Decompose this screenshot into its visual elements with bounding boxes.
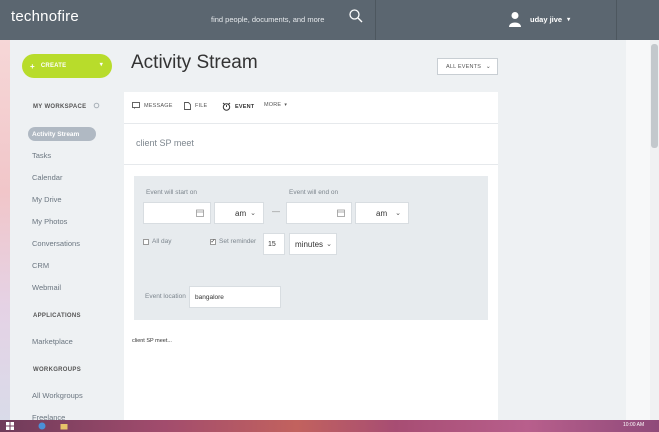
tab-more[interactable]: MORE ▾ (264, 102, 287, 108)
tab-event[interactable]: EVENT (222, 102, 254, 111)
event-filter-dropdown[interactable]: ALL EVENTS ⌄ (437, 58, 498, 75)
page-title: Activity Stream (131, 52, 258, 73)
tab-message[interactable]: MESSAGE (132, 102, 173, 109)
event-title-input[interactable]: client SP meet (136, 138, 194, 148)
end-ampm-value: am (376, 208, 388, 218)
file-icon (184, 102, 191, 110)
tab-file[interactable]: FILE (184, 102, 207, 110)
sidebar-item-my-photos[interactable]: My Photos (32, 217, 67, 226)
reminder-value-input[interactable]: 15 (263, 233, 285, 255)
user-name: uday jive (530, 14, 563, 24)
sidebar-item-conversations[interactable]: Conversations (32, 239, 80, 248)
start-date-input[interactable] (143, 202, 211, 224)
divider (616, 0, 617, 40)
start-date-label: Event will start on (146, 189, 197, 196)
calendar-icon[interactable] (337, 209, 345, 217)
start-ampm-value: am (235, 208, 247, 218)
taskbar-clock: 10:00 AM (623, 422, 645, 428)
top-bar: technofire find people, documents, and m… (0, 0, 659, 40)
folder-icon[interactable] (60, 422, 68, 430)
chevron-down-icon: ⌄ (485, 64, 491, 70)
tab-label: MESSAGE (144, 102, 173, 109)
sidebar-heading-workspace: MY WORKSPACE (33, 102, 100, 110)
create-label: CREATE (40, 63, 67, 69)
app-logo[interactable]: technofire (11, 8, 79, 25)
scrollbar-thumb[interactable] (651, 44, 658, 148)
tab-label: EVENT (235, 103, 255, 110)
chevron-down-icon: ▾ (567, 16, 571, 23)
sidebar-item-calendar[interactable]: Calendar (32, 173, 62, 182)
location-input[interactable]: bangalore (189, 286, 281, 308)
set-reminder-label: Set reminder (219, 238, 257, 245)
sidebar-item-my-drive[interactable]: My Drive (32, 195, 62, 204)
sidebar-item-activity-stream[interactable]: Activity Stream (28, 127, 96, 141)
set-reminder-checkbox[interactable]: ✓ Set reminder (210, 238, 256, 245)
windows-start-icon[interactable] (6, 422, 14, 430)
event-icon (222, 102, 231, 111)
reminder-unit-value: minutes (295, 239, 324, 249)
chevron-down-icon: ⌄ (250, 210, 256, 217)
sidebar-item-marketplace[interactable]: Marketplace (32, 337, 73, 346)
chevron-down-icon: ⌄ (395, 210, 401, 217)
user-menu[interactable]: uday jive ▾ (508, 6, 570, 32)
all-day-label: All day (152, 238, 172, 245)
reminder-unit-select[interactable]: minutes ⌄ (289, 233, 337, 255)
checkmark-icon: ✓ (210, 238, 216, 245)
sidebar-item-tasks[interactable]: Tasks (32, 151, 51, 160)
divider (124, 164, 498, 165)
message-icon (132, 102, 140, 109)
all-day-checkbox[interactable]: All day (143, 238, 172, 245)
sidebar: + CREATE ▾ MY WORKSPACE Activity Stream … (10, 40, 115, 422)
end-ampm-select[interactable]: am ⌄ (355, 202, 409, 224)
sidebar-heading-label: MY WORKSPACE (33, 104, 87, 110)
background-stripe (0, 40, 10, 420)
create-button[interactable]: + CREATE ▾ (22, 54, 112, 78)
post-preview: client SP meet... (132, 338, 172, 344)
location-label: Event location (145, 293, 186, 300)
composer-tabs: MESSAGE FILE EVENT MORE ▾ (124, 92, 498, 124)
range-dash: — (272, 207, 280, 216)
tab-label: MORE (264, 102, 282, 108)
chevron-down-icon: ⌄ (326, 241, 332, 248)
sidebar-heading-workgroups: WORKGROUPS (33, 367, 81, 373)
event-filter-label: ALL EVENTS (446, 63, 482, 70)
gear-icon[interactable] (93, 102, 100, 109)
end-date-input[interactable] (286, 202, 352, 224)
start-ampm-select[interactable]: am ⌄ (214, 202, 264, 224)
event-details-form: Event will start on Event will end on am… (134, 176, 488, 320)
chevron-down-icon: ▾ (284, 102, 288, 108)
plus-icon: + (30, 61, 35, 71)
search-icon[interactable] (348, 8, 364, 24)
sidebar-heading-applications: APPLICATIONS (33, 313, 81, 319)
sidebar-item-webmail[interactable]: Webmail (32, 283, 61, 292)
divider (375, 0, 376, 40)
user-icon (509, 12, 521, 27)
browser-icon[interactable] (38, 422, 46, 430)
post-composer: MESSAGE FILE EVENT MORE ▾ client SP meet… (124, 92, 498, 420)
end-date-label: Event will end on (289, 189, 339, 196)
checkbox-box (143, 238, 149, 245)
sidebar-item-all-workgroups[interactable]: All Workgroups (32, 391, 83, 400)
chevron-down-icon: ▾ (99, 62, 103, 68)
calendar-icon[interactable] (196, 209, 204, 217)
os-taskbar: 10:00 AM (0, 420, 659, 432)
tab-label: FILE (195, 103, 208, 109)
sidebar-item-crm[interactable]: CRM (32, 261, 49, 270)
